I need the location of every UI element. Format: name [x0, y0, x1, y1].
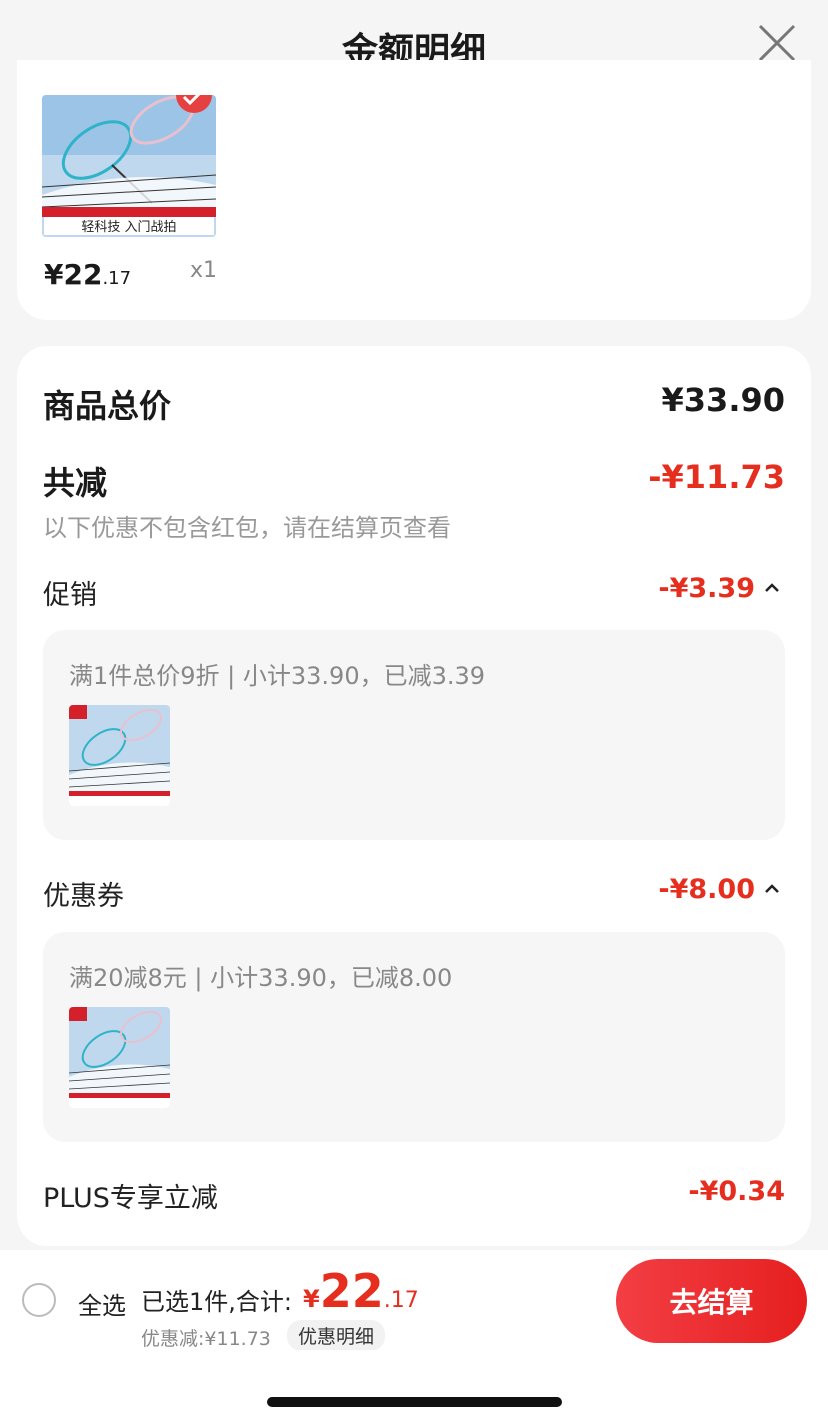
product-card: 轻科技 入门战拍 ¥22.17 x1	[17, 60, 811, 320]
coupon-product-thumb[interactable]	[69, 1007, 170, 1108]
home-indicator-area	[0, 1350, 828, 1424]
total-currency: ¥	[303, 1285, 320, 1313]
chevron-up-icon[interactable]	[763, 880, 781, 898]
total-int: 22	[319, 1264, 384, 1318]
product-image[interactable]: 轻科技 入门战拍	[42, 95, 216, 237]
discount-detail-link[interactable]: 优惠明细	[287, 1320, 386, 1351]
badminton-racket-image	[69, 1007, 170, 1108]
plus-label: PLUS专享立减	[43, 1183, 218, 1214]
promotion-detail: 满1件总价9折 | 小计33.90，已减3.39	[69, 662, 486, 690]
selected-count: 已选1件,合计:	[141, 1288, 292, 1316]
coupon-detail: 满20减8元 | 小计33.90，已减8.00	[69, 964, 453, 992]
coupon-value: -¥8.00	[658, 874, 755, 905]
product-image-caption: 轻科技 入门战拍	[81, 220, 176, 235]
checkout-bar: 全选 已选1件,合计: ¥22.17 优惠减:¥11.73 优惠明细 去结算	[0, 1250, 828, 1351]
reduce-note: 以下优惠不包含红包，请在结算页查看	[43, 514, 451, 542]
price-breakdown-card: 商品总价 ¥33.90 共减 -¥11.73 以下优惠不包含红包，请在结算页查看…	[17, 346, 811, 1246]
select-all-label[interactable]: 全选	[78, 1286, 126, 1321]
badminton-racket-image: 轻科技 入门战拍	[42, 95, 216, 237]
reduce-row: 共减 -¥11.73	[43, 458, 785, 502]
coupon-row[interactable]: 优惠券 -¥8.00	[43, 874, 785, 914]
home-indicator[interactable]	[267, 1397, 562, 1407]
promotion-product-thumb[interactable]	[69, 705, 170, 806]
promotion-detail-box: 满1件总价9折 | 小计33.90，已减3.39	[43, 630, 785, 840]
product-price-decimal: .17	[102, 268, 132, 289]
checkout-button[interactable]: 去结算	[616, 1259, 807, 1343]
chevron-up-icon[interactable]	[763, 579, 781, 597]
promotion-value: -¥3.39	[658, 573, 755, 604]
reduce-value: -¥11.73	[648, 458, 785, 496]
plus-row: PLUS专享立减 -¥0.34	[43, 1176, 785, 1216]
total-row: 商品总价 ¥33.90	[43, 381, 785, 425]
coupon-detail-box: 满20减8元 | 小计33.90，已减8.00	[43, 932, 785, 1142]
discount-summary: 优惠减:¥11.73	[141, 1328, 271, 1350]
product-price: ¥22.17	[44, 258, 131, 291]
plus-value: -¥0.34	[688, 1176, 785, 1207]
badminton-racket-image	[69, 705, 170, 806]
close-icon[interactable]	[756, 22, 798, 64]
select-all-radio[interactable]	[22, 1283, 56, 1317]
product-price-main: ¥22	[44, 258, 103, 291]
total-value: ¥33.90	[661, 381, 785, 419]
promotion-row[interactable]: 促销 -¥3.39	[43, 573, 785, 613]
product-quantity: x1	[190, 258, 218, 283]
total-price: ¥22.17	[303, 1264, 419, 1318]
total-dec: .17	[383, 1288, 419, 1313]
